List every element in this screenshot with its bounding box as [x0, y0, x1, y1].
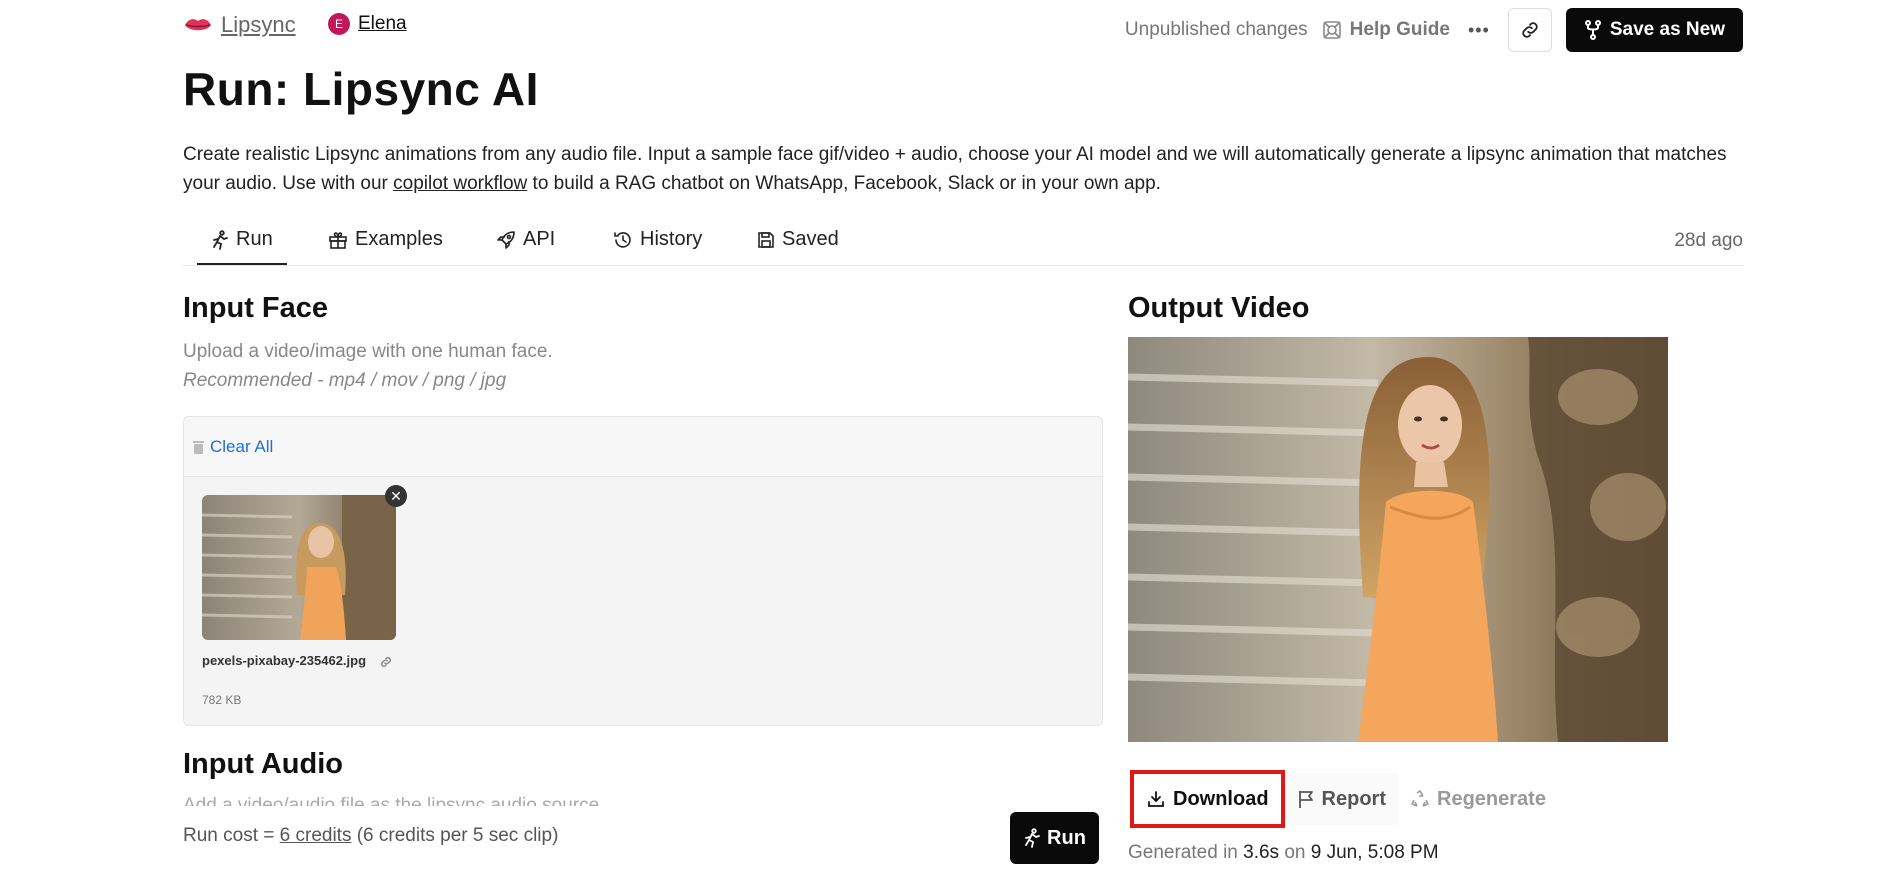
gen-time: 3.6s: [1243, 842, 1280, 863]
run-cost-suffix: (6 credits per 5 sec clip): [351, 825, 559, 846]
run-cost: Run cost = 6 credits (6 credits per 5 se…: [183, 825, 558, 847]
page-title: Run: Lipsync AI: [183, 63, 539, 115]
run-cost-prefix: Run cost =: [183, 825, 280, 846]
file-size: 782 KB: [202, 693, 242, 707]
tab-history-label: History: [640, 228, 703, 250]
avatar: E: [328, 13, 350, 35]
more-options-button[interactable]: •••: [1464, 20, 1494, 41]
clear-all-label: Clear All: [210, 436, 274, 456]
face-thumbnail: [202, 495, 396, 640]
tab-bar: Run Examples API History Saved 28d ago: [183, 218, 1743, 266]
input-face-heading: Input Face: [183, 292, 329, 324]
uploaded-file-preview[interactable]: ✕: [202, 485, 407, 640]
help-guide-link[interactable]: Help Guide: [1322, 19, 1450, 41]
tab-history[interactable]: History: [613, 228, 702, 251]
output-video-player[interactable]: [1128, 337, 1668, 742]
input-audio-hint: Add a video/audio file as the lipsync au…: [183, 795, 605, 806]
regenerate-button[interactable]: Regenerate: [1398, 773, 1558, 825]
file-name: pexels-pixabay-235462.jpg: [202, 653, 367, 668]
copilot-workflow-link[interactable]: copilot workflow: [393, 173, 527, 194]
tab-examples[interactable]: Examples: [328, 228, 443, 251]
output-actions: Download Report Regenerate: [1128, 770, 1558, 828]
user-menu[interactable]: E Elena: [328, 13, 407, 35]
report-button[interactable]: Report: [1284, 773, 1398, 825]
description-text-end: to build a RAG chatbot on WhatsApp, Face…: [527, 173, 1161, 194]
download-label: Download: [1173, 787, 1269, 810]
link-icon: [1522, 22, 1538, 38]
history-icon: [614, 231, 631, 248]
download-icon: [1148, 791, 1164, 807]
input-face-hint-text: Upload a video/image with one human face…: [183, 341, 553, 362]
gen-date: 9 Jun, 5:08 PM: [1310, 842, 1439, 863]
rocket-icon: [497, 230, 515, 249]
report-label: Report: [1321, 787, 1386, 810]
last-updated: 28d ago: [1674, 230, 1743, 251]
generation-info: Generated in 3.6s on 9 Jun, 5:08 PM: [1128, 842, 1439, 864]
copy-link-button[interactable]: [1507, 8, 1552, 52]
tab-api[interactable]: API: [496, 228, 555, 251]
recycle-icon: [1411, 790, 1429, 807]
top-bar: Lipsync E Elena Unpublished changes Help…: [183, 8, 1743, 52]
help-guide-label: Help Guide: [1349, 19, 1450, 40]
save-icon: [758, 231, 774, 248]
unpublished-status: Unpublished changes: [1124, 19, 1308, 40]
credits-link[interactable]: 6 credits: [280, 825, 352, 846]
run-button[interactable]: Run: [1010, 812, 1099, 864]
fork-icon: [1584, 20, 1601, 40]
running-icon: [1025, 828, 1040, 848]
tab-examples-label: Examples: [355, 228, 443, 250]
lips-icon: [185, 19, 211, 31]
brand-link[interactable]: Lipsync: [183, 12, 296, 38]
tab-saved-label: Saved: [782, 228, 839, 250]
input-face-hint: Upload a video/image with one human face…: [183, 337, 553, 395]
clear-all-button[interactable]: Clear All: [184, 417, 1102, 477]
tab-run-label: Run: [236, 228, 273, 250]
trash-icon: [193, 440, 204, 454]
run-button-label: Run: [1047, 826, 1086, 849]
running-icon: [213, 229, 228, 250]
tab-run[interactable]: Run: [197, 228, 287, 265]
save-as-new-button[interactable]: Save as New: [1565, 8, 1743, 52]
tab-saved[interactable]: Saved: [757, 228, 839, 251]
face-upload-area[interactable]: Clear All ✕ pexels-pixabay-235462.jpg 78…: [183, 416, 1103, 726]
help-icon: [1322, 21, 1341, 39]
output-video-heading: Output Video: [1128, 292, 1310, 324]
user-name[interactable]: Elena: [358, 13, 407, 35]
remove-file-button[interactable]: ✕: [385, 485, 407, 507]
tab-api-label: API: [523, 228, 556, 250]
download-button[interactable]: Download: [1130, 770, 1285, 828]
gen-on: on: [1279, 842, 1311, 863]
gift-icon: [329, 231, 347, 249]
gen-prefix: Generated in: [1128, 842, 1244, 863]
input-audio-heading: Input Audio: [183, 748, 343, 780]
flag-icon: [1298, 791, 1313, 808]
save-as-new-label: Save as New: [1609, 19, 1725, 40]
input-face-formats: Recommended - mp4 / mov / png / jpg: [183, 370, 507, 391]
file-link-icon[interactable]: [379, 655, 393, 669]
regenerate-label: Regenerate: [1437, 787, 1546, 810]
page-description: Create realistic Lipsync animations from…: [183, 140, 1743, 198]
brand-label: Lipsync: [221, 12, 296, 37]
